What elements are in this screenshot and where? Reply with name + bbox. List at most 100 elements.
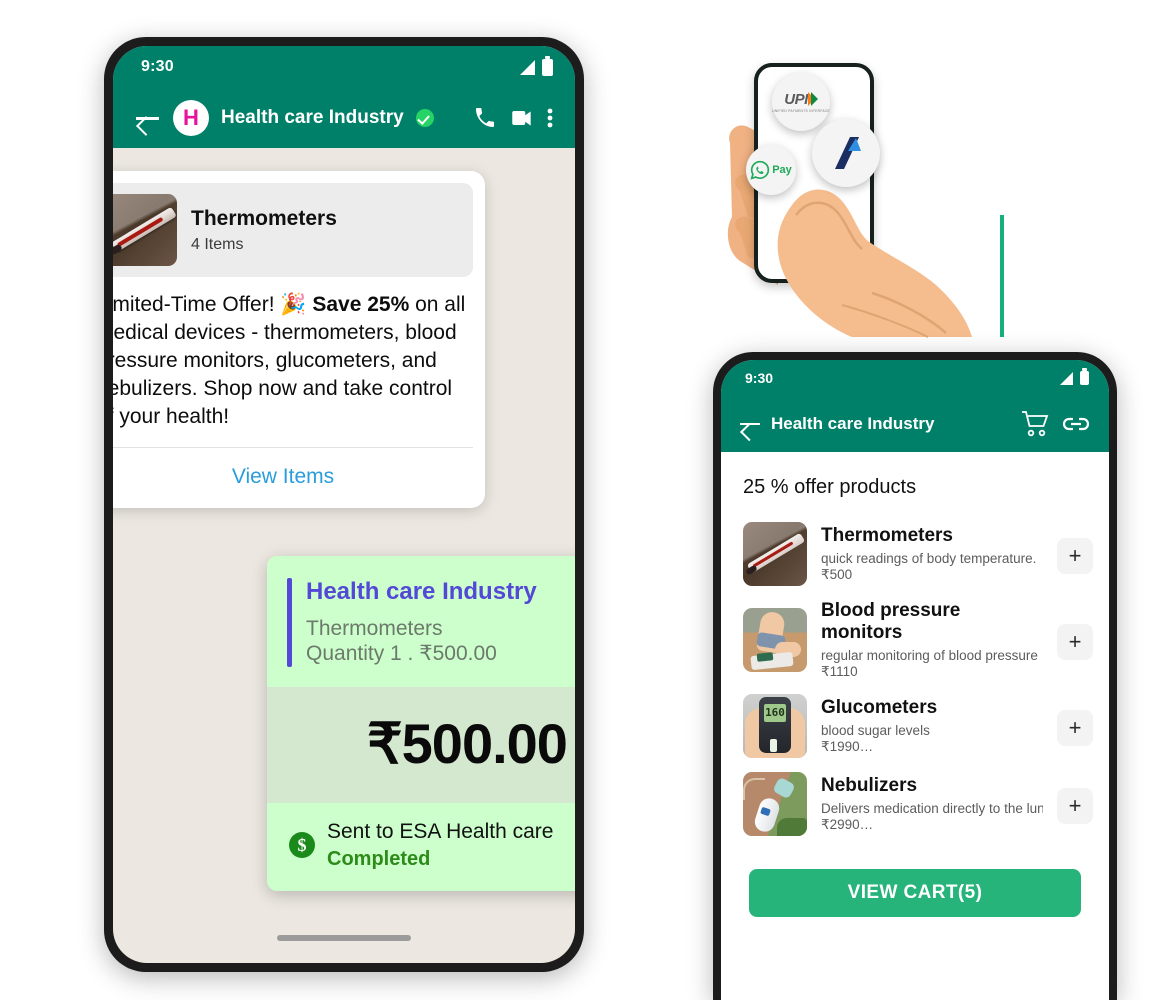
product-header-text: Thermometers 4 Items [191,206,337,254]
list-item[interactable]: Blood pressure monitors regular monitori… [737,593,1093,687]
cart-button-wrapper: VIEW CART(5) [721,843,1109,917]
left-phone-screen: 9:30 H Health care Industry Thermometers… [113,46,575,963]
shop-title: Health care Industry [771,414,935,433]
signal-icon [520,59,535,75]
offer-title: 25 % offer products [743,476,917,498]
nebulizer-thumbnail [743,771,807,836]
receipt-sent-to: Sent to ESA Health care [327,820,554,844]
product-info: Nebulizers Delivers medication directly … [821,775,1043,832]
bank-logo-badge [812,119,880,187]
shopping-cart-icon[interactable] [1021,410,1051,438]
glucometer-thumbnail: 160 [743,693,807,758]
product-info: Thermometers quick readings of body temp… [821,525,1043,582]
thermometer-thumbnail [113,194,177,266]
product-item-count: 4 Items [191,236,244,254]
back-arrow-icon[interactable] [135,105,161,131]
left-status-bar: 9:30 [113,46,575,88]
product-price: ₹1110 [821,663,858,679]
product-description: regular monitoring of blood pressure [821,647,1038,663]
upi-logo-text: UPI [784,90,808,108]
bank-logo-icon [835,137,861,169]
view-cart-button[interactable]: VIEW CART(5) [749,868,1081,917]
receipt-footer: $ Sent to ESA Health care Completed [267,803,575,891]
video-call-icon[interactable] [509,105,535,131]
whatsapp-pay-label: Pay [772,164,792,176]
upi-logo-subtext: UNIFIED PAYMENTS INTERFACE [772,108,830,113]
message-body-part1: Limited-Time Offer! 🎉 [113,293,313,316]
blood-pressure-monitor-thumbnail [743,607,807,672]
list-item[interactable]: Thermometers quick readings of body temp… [737,515,1093,593]
phone-call-icon[interactable] [473,106,497,130]
product-name: Blood pressure monitors [821,600,961,644]
message-body-bold: Save 25% [312,293,410,316]
home-indicator[interactable] [277,935,411,941]
product-name: Thermometers [191,206,337,230]
signal-icon [1060,371,1073,385]
whatsapp-icon [750,160,770,180]
receipt-status-text: Sent to ESA Health care Completed [327,819,553,871]
receipt-amount-band: ₹500.00 [267,687,575,804]
status-clock: 9:30 [745,370,774,386]
product-description: Delivers medication directly to the lun… [821,800,1043,816]
product-price: ₹500 [821,566,853,582]
list-item[interactable]: 160 Glucometers blood sugar levels ₹1990… [737,687,1093,765]
hand-illustration-fingers [777,189,1004,338]
payment-receipt-card: Health care Industry Thermometers Quanti… [267,556,575,892]
right-phone-frame: 9:30 Health care Industry 25 % offer pro… [713,352,1117,1000]
thermometer-mercury [752,541,794,568]
chat-header: H Health care Industry [113,88,575,148]
add-to-cart-button[interactable]: + [1057,709,1093,746]
right-status-bar: 9:30 [721,360,1109,396]
product-name: Nebulizers [821,775,918,797]
shop-header: Health care Industry [721,396,1109,452]
view-items-button[interactable]: View Items [113,448,473,508]
verified-badge-icon [415,109,434,127]
right-phone-screen: 9:30 Health care Industry 25 % offer pro… [721,360,1109,1000]
battery-icon [542,55,553,76]
product-message-bubble: Thermometers 4 Items Limited-Time Offer!… [113,171,485,508]
upi-logo-badge: UPI UNIFIED PAYMENTS INTERFACE [772,73,830,131]
receipt-accent-bar [287,578,292,668]
back-arrow-icon[interactable] [739,413,761,435]
nebulizer-tube [743,777,765,800]
receipt-quantity: Quantity 1 . ₹500.00 [306,642,497,666]
message-body: Limited-Time Offer! 🎉 Save 25% on all me… [113,277,473,447]
overflow-menu-icon[interactable] [547,106,553,130]
product-info: Glucometers blood sugar levels ₹1990… [821,697,1043,754]
monitor-screen [756,652,774,662]
status-icons [1060,368,1089,385]
receipt-merchant: Health care Industry [306,578,537,605]
status-clock: 9:30 [141,58,174,75]
product-price: ₹1990… [821,738,874,754]
product-name: Thermometers [821,525,953,547]
product-list: Thermometers quick readings of body temp… [721,515,1109,843]
test-strip [770,738,777,752]
status-icons [520,55,553,76]
product-header: Thermometers 4 Items [113,183,473,277]
battery-icon [1080,368,1089,385]
dollar-coin-icon: $ [289,832,315,859]
receipt-top: Health care Industry Thermometers Quanti… [267,556,575,687]
thermometer-thumbnail [743,522,807,586]
upi-arrow-icon [807,92,818,106]
product-description: blood sugar levels [821,722,930,738]
hand-holding-phone-illustration: UPI UNIFIED PAYMENTS INTERFACE Pay [722,55,1022,375]
screenshot-stage: 9:30 H Health care Industry Thermometers… [0,0,1170,1000]
nebulizer-mask [772,776,796,800]
add-to-cart-button[interactable]: + [1057,623,1093,660]
product-name: Glucometers [821,697,938,719]
add-to-cart-button[interactable]: + [1057,538,1093,574]
meter-reading: 160 [765,705,785,719]
receipt-item: Thermometers [306,616,443,640]
link-chain-icon[interactable] [1061,413,1091,435]
whatsapp-pay-badge: Pay [746,145,796,195]
add-to-cart-button[interactable]: + [1057,787,1093,824]
product-description: quick readings of body temperature. [821,550,1037,566]
product-info: Blood pressure monitors regular monitori… [821,600,1043,680]
list-item[interactable]: Nebulizers Delivers medication directly … [737,765,1093,843]
plant-shape [777,817,807,836]
chat-title: Health care Industry [221,107,404,128]
status-badge: Completed [327,848,431,871]
receipt-amount: ₹500.00 [367,712,568,776]
avatar[interactable]: H [173,100,209,136]
